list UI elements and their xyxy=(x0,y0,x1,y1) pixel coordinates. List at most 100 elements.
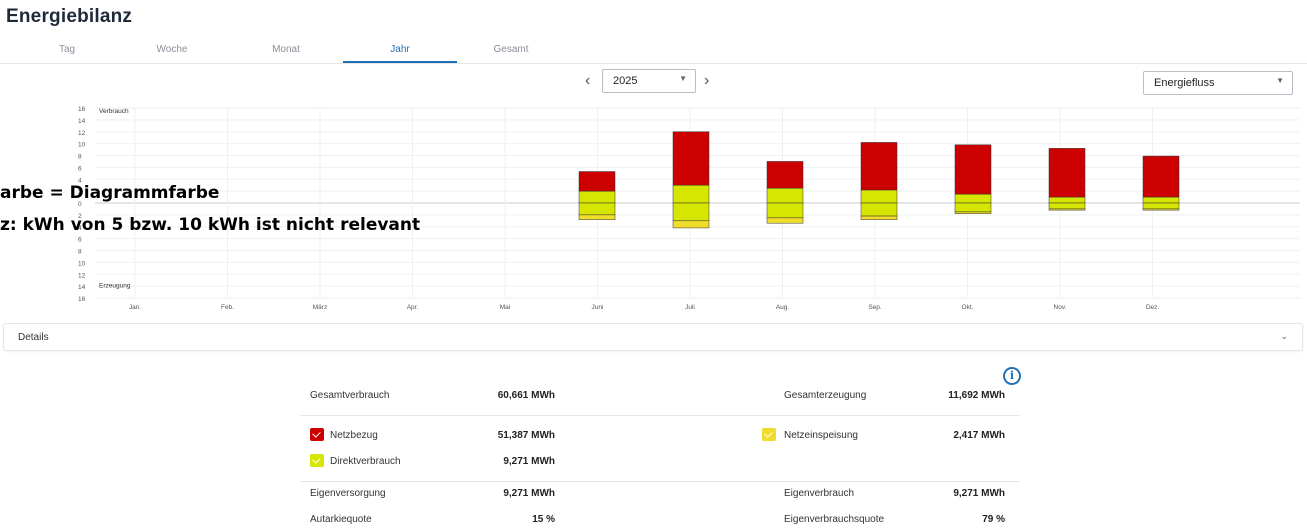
bar-netzeinspeisung xyxy=(1142,208,1180,211)
period-tabs: Tag Woche Monat Jahr Gesamt xyxy=(0,40,1307,64)
bar-netzeinspeisung xyxy=(672,220,710,229)
y-tick-label: 6 xyxy=(78,237,82,244)
previous-year-button[interactable]: ‹ xyxy=(585,72,590,90)
bar-netzeinspeisung xyxy=(860,215,898,220)
bar-netzeinspeisung xyxy=(1048,208,1086,211)
netzeinspeisung-checkbox[interactable] xyxy=(762,428,776,441)
bar-direktverbrauch-erzeugung xyxy=(766,202,804,219)
y-tick-label: 16 xyxy=(78,296,86,303)
details-label: Details xyxy=(18,332,49,343)
tab-woche[interactable]: Woche xyxy=(115,44,229,55)
netzbezug-checkbox[interactable] xyxy=(310,428,324,441)
divider xyxy=(300,481,1020,482)
direktverbrauch-label: Direktverbrauch xyxy=(330,456,401,467)
view-select-value: Energiefluss xyxy=(1154,77,1215,89)
bar-direktverbrauch xyxy=(766,187,804,204)
netzeinspeisung-label: Netzeinspeisung xyxy=(784,430,858,441)
x-tick-label: Juni xyxy=(592,304,604,311)
netzbezug-label: Netzbezug xyxy=(330,430,378,441)
divider xyxy=(300,415,1020,416)
bar-netzbezug xyxy=(1048,148,1086,198)
x-tick-label: Apr. xyxy=(407,304,419,311)
tab-monat[interactable]: Monat xyxy=(229,44,343,55)
bar-direktverbrauch xyxy=(954,193,992,204)
bar-netzeinspeisung xyxy=(578,214,616,220)
y-tick-label: 14 xyxy=(78,284,86,291)
x-tick-label: Nov. xyxy=(1054,304,1067,311)
eigenverbrauch-value: 9,271 MWh xyxy=(953,488,1005,499)
chevron-down-icon: ⌄ xyxy=(1280,331,1288,341)
bar-netzbezug xyxy=(1142,155,1180,198)
y-axis-top-label: Verbrauch xyxy=(99,108,129,115)
annotation-line-1: arbe = Diagrammfarbe xyxy=(0,183,220,203)
bar-direktverbrauch xyxy=(860,189,898,204)
chevron-down-icon: ▼ xyxy=(1276,76,1284,85)
bar-netzbezug xyxy=(860,142,898,191)
chevron-down-icon: ▼ xyxy=(679,74,687,83)
bar-direktverbrauch-erzeugung xyxy=(1048,202,1086,210)
x-tick-label: Juli xyxy=(685,304,695,311)
bar-direktverbrauch-erzeugung xyxy=(1142,202,1180,210)
info-icon[interactable]: i xyxy=(1003,367,1021,385)
bar-direktverbrauch-erzeugung xyxy=(672,202,710,222)
y-tick-label: 12 xyxy=(78,130,86,137)
y-tick-label: 8 xyxy=(78,249,82,256)
y-tick-label: 16 xyxy=(78,106,86,113)
stat-row-eigen: Eigenversorgung 9,271 MWh Eigenverbrauch… xyxy=(300,488,1020,508)
y-tick-label: 10 xyxy=(78,142,86,149)
bar-netzeinspeisung xyxy=(766,217,804,224)
stat-row-netz: Netzbezug 51,387 MWh Netzeinspeisung 2,4… xyxy=(300,428,1020,450)
active-tab-indicator xyxy=(343,61,457,63)
x-tick-label: Dez. xyxy=(1146,304,1160,311)
x-tick-label: Jan. xyxy=(129,304,141,311)
details-toggle[interactable]: Details ⌄ xyxy=(3,323,1303,351)
y-tick-label: 14 xyxy=(78,118,86,125)
view-select[interactable]: Energiefluss ▼ xyxy=(1143,71,1293,95)
gesamterzeugung-label: Gesamterzeugung xyxy=(784,390,867,401)
year-select[interactable]: 2025 ▼ xyxy=(602,69,696,93)
bar-direktverbrauch-erzeugung xyxy=(954,202,992,213)
x-tick-label: Feb. xyxy=(221,304,234,311)
tab-gesamt[interactable]: Gesamt xyxy=(454,44,568,55)
bar-direktverbrauch xyxy=(578,190,616,204)
bar-direktverbrauch xyxy=(1048,196,1086,204)
direktverbrauch-checkbox[interactable] xyxy=(310,454,324,467)
y-tick-label: 10 xyxy=(78,260,86,267)
x-tick-label: Aug. xyxy=(776,304,790,311)
eigenverbrauch-label: Eigenverbrauch xyxy=(784,488,855,499)
netzeinspeisung-value: 2,417 MWh xyxy=(953,430,1005,441)
annotation-line-2: z: kWh von 5 bzw. 10 kWh ist nicht relev… xyxy=(0,215,421,235)
eigenverbrauchsquote-label: Eigenverbrauchsquote xyxy=(784,514,885,525)
gesamtverbrauch-value: 60,661 MWh xyxy=(497,390,555,401)
x-tick-label: März xyxy=(313,304,327,311)
direktverbrauch-value: 9,271 MWh xyxy=(503,456,555,467)
bar-direktverbrauch xyxy=(672,184,710,204)
bar-netzbezug xyxy=(578,171,616,192)
gesamterzeugung-value: 11,692 MWh xyxy=(948,390,1005,401)
netzbezug-value: 51,387 MWh xyxy=(497,430,555,441)
bar-netzbezug xyxy=(672,131,710,186)
y-tick-label: 12 xyxy=(78,272,86,279)
next-year-button[interactable]: › xyxy=(704,72,709,90)
autarkiequote-label: Autarkiequote xyxy=(310,514,372,525)
y-axis-bottom-label: Erzeugung xyxy=(99,282,131,289)
x-tick-label: Okt. xyxy=(962,304,974,311)
bar-netzbezug xyxy=(954,144,992,195)
bar-direktverbrauch-erzeugung xyxy=(578,202,616,216)
stat-row-quoten: Autarkiequote 15 % Eigenverbrauchsquote … xyxy=(300,514,1020,530)
bar-direktverbrauch xyxy=(1142,196,1180,204)
eigenversorgung-value: 9,271 MWh xyxy=(503,488,555,499)
eigenversorgung-label: Eigenversorgung xyxy=(310,488,386,499)
stat-row-direkt: Direktverbrauch 9,271 MWh xyxy=(300,454,1020,476)
bar-direktverbrauch-erzeugung xyxy=(860,202,898,217)
x-tick-label: Sep. xyxy=(868,304,882,311)
eigenverbrauchsquote-value: 79 % xyxy=(982,514,1005,525)
tab-jahr[interactable]: Jahr xyxy=(343,44,457,55)
page-title: Energiebilanz xyxy=(6,6,133,27)
tab-tag[interactable]: Tag xyxy=(10,44,124,55)
stat-row-gesamt: Gesamtverbrauch 60,661 MWh Gesamterzeugu… xyxy=(300,390,1020,410)
bar-netzbezug xyxy=(766,161,804,189)
y-tick-label: 6 xyxy=(78,165,82,172)
energy-chart: 1614121086420246810121416Jan. Feb. März Apr… xyxy=(78,106,1300,311)
y-tick-label: 8 xyxy=(78,154,82,161)
